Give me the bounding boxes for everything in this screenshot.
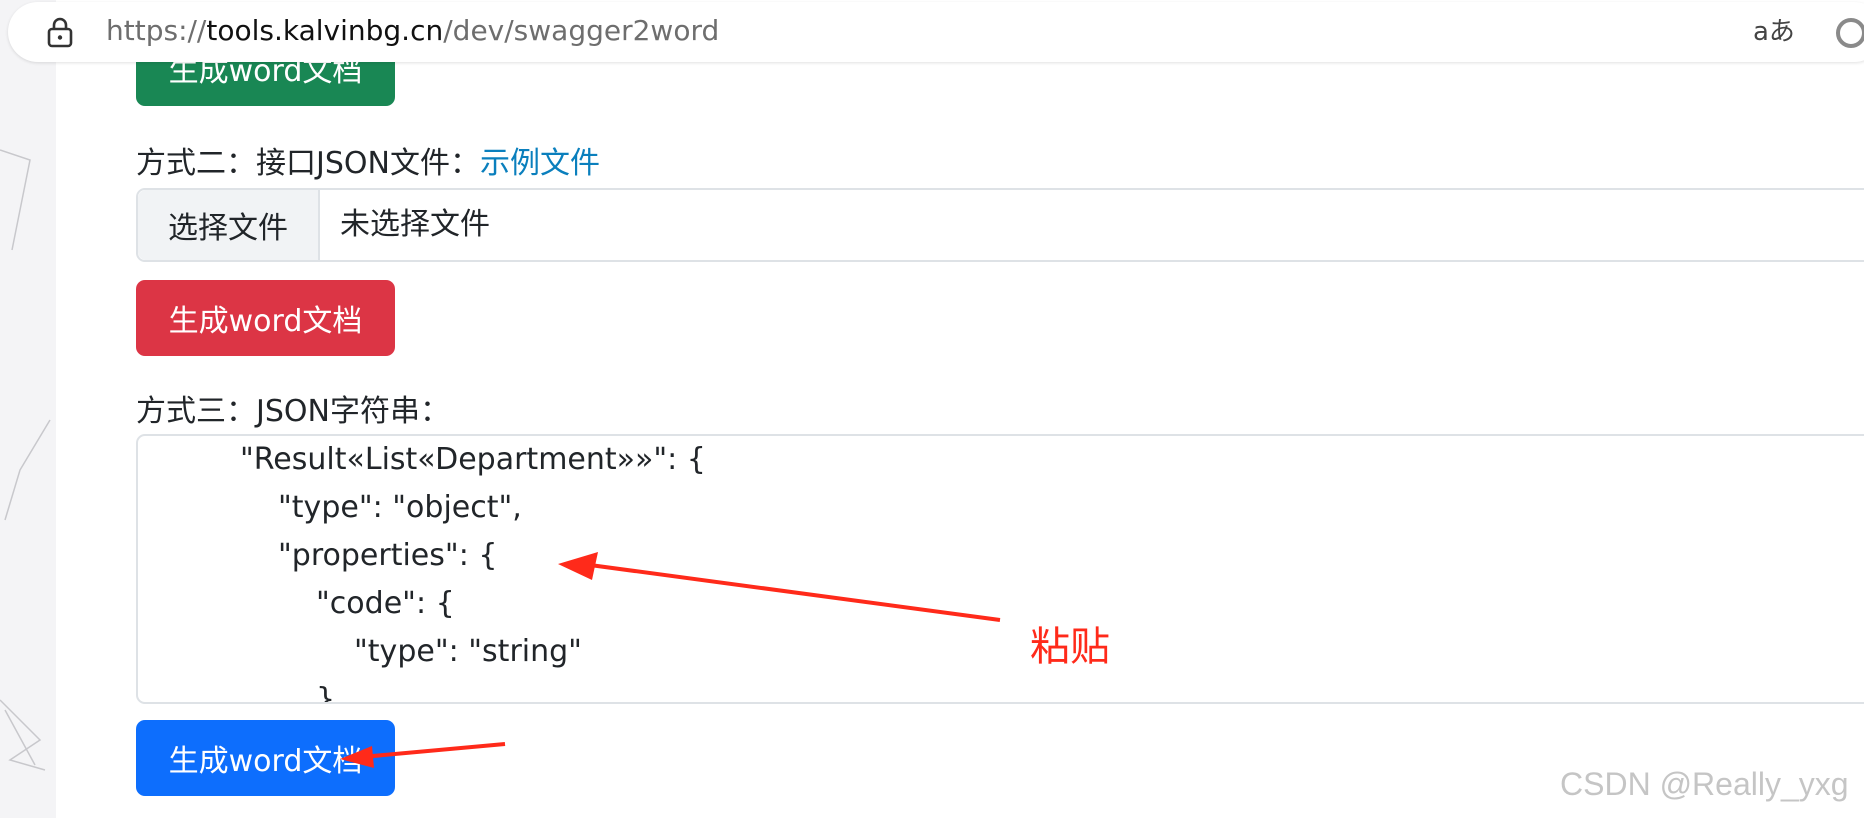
- example-file-link[interactable]: 示例文件: [480, 146, 600, 181]
- background-network-decoration: [0, 149, 51, 771]
- json-line: "type": "object",: [278, 490, 522, 525]
- read-aloud-icon[interactable]: aあ: [1753, 16, 1795, 48]
- json-line: "code": {: [316, 586, 455, 621]
- lock-icon[interactable]: [46, 16, 74, 48]
- generate-word-button-2[interactable]: 生成word文档: [136, 280, 395, 356]
- page-content: 生成word文档 方式二：接口JSON文件：示例文件 选择文件 未选择文件 生成…: [56, 0, 1864, 818]
- json-line: "type": "string": [354, 634, 582, 669]
- refresh-icon[interactable]: [1834, 16, 1864, 50]
- generate-word-button-3[interactable]: 生成word文档: [136, 720, 395, 796]
- csdn-watermark: CSDN @Really_yxg: [1560, 766, 1849, 802]
- url-text[interactable]: https://tools.kalvinbg.cn/dev/swagger2wo…: [106, 13, 719, 49]
- json-line: }: [316, 682, 336, 704]
- json-string-textarea[interactable]: "Result«List«Department»»": { "type": "o…: [136, 434, 1864, 704]
- method-two-label-text: 方式二：接口JSON文件：: [136, 146, 480, 181]
- json-file-input[interactable]: 选择文件 未选择文件: [136, 188, 1864, 262]
- browser-address-bar[interactable]: https://tools.kalvinbg.cn/dev/swagger2wo…: [8, 2, 1864, 62]
- url-host: tools.kalvinbg.cn: [206, 14, 444, 47]
- json-line: "properties": {: [278, 538, 498, 573]
- choose-file-button[interactable]: 选择文件: [138, 190, 320, 260]
- file-status-text: 未选择文件: [340, 207, 490, 242]
- url-scheme: https://: [106, 14, 207, 47]
- method-three-label: 方式三：JSON字符串：: [136, 394, 450, 429]
- paste-annotation: 粘贴: [1030, 624, 1110, 670]
- method-two-label: 方式二：接口JSON文件：示例文件: [136, 144, 600, 184]
- json-line: "Result«List«Department»»": {: [240, 442, 706, 477]
- url-path: /dev/swagger2word: [443, 14, 720, 47]
